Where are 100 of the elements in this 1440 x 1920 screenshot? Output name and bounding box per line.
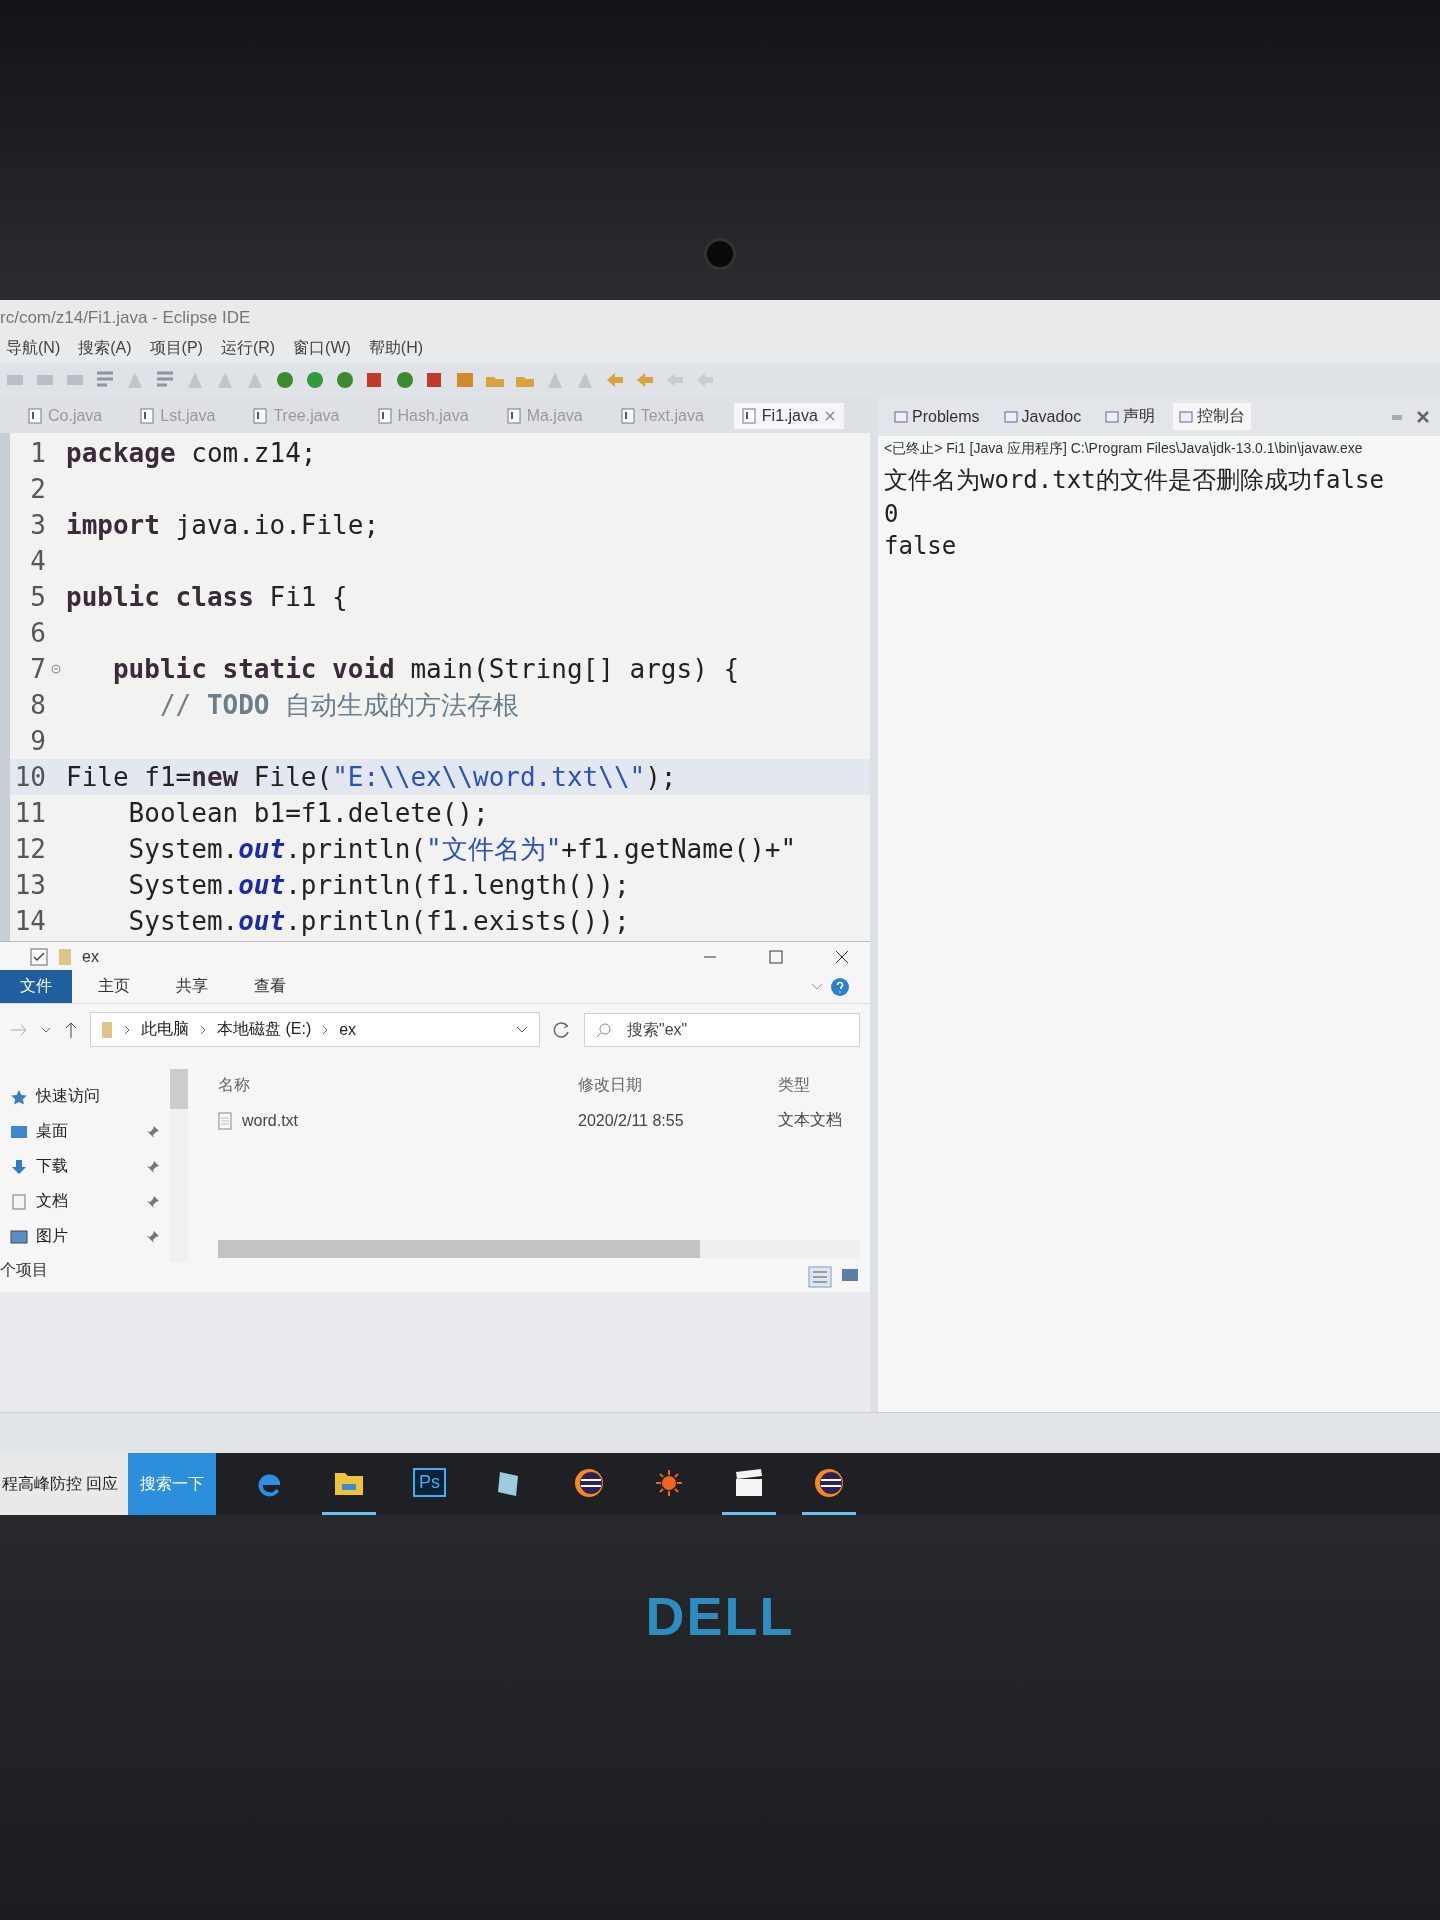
nav-item[interactable]: 桌面 [0, 1114, 170, 1149]
nav-item[interactable]: 快速访问 [0, 1079, 170, 1114]
view-icon [1105, 409, 1120, 424]
console-output: 0 [883, 499, 900, 530]
file-name[interactable]: word.txt [242, 1111, 298, 1130]
pin-icon[interactable] [146, 1194, 160, 1209]
forward-arrow-icon[interactable] [10, 1022, 28, 1037]
scrollbar[interactable] [170, 1069, 188, 1262]
download-arrow-icon [10, 1158, 28, 1175]
view-icon [1179, 409, 1194, 424]
webcam-icon [704, 238, 736, 270]
scrollbar[interactable] [218, 1240, 860, 1258]
editor-tab[interactable]: Fi1.java [733, 403, 844, 429]
breadcrumb-item[interactable]: 此电脑 [141, 1019, 189, 1040]
nav-item[interactable]: 文档 [0, 1184, 170, 1219]
code-line: public static void main(String[] args) { [111, 654, 740, 684]
search-field[interactable]: 搜索"ex" [584, 1012, 860, 1047]
address-bar[interactable]: 此电脑 本地磁盘 (E:) ex [90, 1012, 540, 1047]
line-number: 6 [29, 618, 46, 648]
text-file-icon [218, 1111, 232, 1130]
line-number: 8 [29, 690, 46, 720]
pin-icon[interactable] [146, 1159, 160, 1174]
refresh-icon[interactable] [552, 1019, 572, 1040]
app-icon: Ps [412, 1468, 446, 1497]
line-number: 7 [29, 654, 46, 684]
line-number: 10 [13, 762, 46, 792]
menu-item[interactable]: 项目(P) [149, 338, 203, 359]
toolbar-icon[interactable] [334, 369, 356, 391]
eclipse-icon [573, 1466, 606, 1499]
console-output: false [883, 531, 958, 562]
line-number: 5 [29, 582, 46, 612]
item-count: 个项目 [0, 1260, 49, 1280]
help-icon[interactable] [830, 976, 850, 997]
view-tab[interactable]: Problems [888, 404, 986, 429]
ribbon-tab[interactable]: 主页 [78, 970, 150, 1003]
line-number: 4 [29, 546, 46, 576]
maximize-icon[interactable] [768, 949, 784, 965]
java-file-icon [253, 408, 268, 424]
toolbar-icon[interactable] [304, 369, 326, 391]
breadcrumb-item[interactable]: ex [339, 1020, 357, 1039]
ribbon-tab[interactable]: 查看 [234, 970, 306, 1003]
window-title: ex [82, 948, 99, 966]
chevron-right-icon [123, 1023, 131, 1036]
menu-item[interactable]: 帮助(H) [368, 338, 424, 359]
code-editor[interactable] [0, 433, 870, 941]
pin-icon[interactable] [146, 1124, 160, 1139]
code-line: // TODO 自动生成的方法存根 [158, 688, 520, 722]
picture-icon [10, 1228, 28, 1245]
console-header: <已终止> Fi1 [Java 应用程序] C:\Program Files\Java\jdk-13.0.1\bin\javaw.exe [883, 439, 1364, 458]
details-view-icon[interactable] [808, 1266, 832, 1288]
nav-item[interactable]: 下载 [0, 1149, 170, 1184]
up-arrow-icon[interactable] [64, 1020, 78, 1039]
menu-item[interactable]: 运行(R) [220, 338, 276, 359]
ribbon-tab[interactable]: 文件 [0, 970, 72, 1003]
view-tab[interactable]: 声明 [1099, 403, 1162, 430]
pin-icon[interactable] [146, 1229, 160, 1244]
menu-item[interactable]: 窗口(W) [293, 338, 351, 359]
close-icon[interactable] [834, 949, 850, 965]
column-header[interactable]: 修改日期 [578, 1075, 778, 1096]
column-header[interactable]: 名称 [218, 1075, 578, 1096]
console-output: 文件名为word.txt的文件是否删除成功false [883, 465, 1385, 496]
code-line: System.out.println("文件名为"+f1.getName()+" [127, 832, 797, 866]
java-file-icon [506, 408, 521, 424]
java-file-icon [140, 408, 155, 424]
menu-item[interactable]: 搜索(A) [78, 338, 132, 359]
code-line: Boolean b1=f1.delete(); [127, 798, 489, 828]
java-file-icon [620, 408, 635, 424]
window-title: rc/com/z14/Fi1.java - Eclipse IDE [0, 307, 252, 329]
view-icon [894, 409, 908, 424]
chevron-down-icon[interactable] [515, 1024, 529, 1035]
toolbar-icon[interactable] [394, 369, 416, 391]
toolbar-icon[interactable] [274, 369, 296, 391]
taskbar-app[interactable]: Ps [402, 1453, 457, 1515]
eclipse-icon [813, 1466, 846, 1499]
code-line: File f1=new File("E:\\ex\\word.txt\\"); [66, 762, 677, 792]
news-text[interactable]: 程高峰防控 回应 [0, 1453, 129, 1515]
code-line: System.out.println(f1.exists()); [127, 906, 630, 936]
desktop-icon [10, 1123, 28, 1140]
document-icon [10, 1193, 28, 1210]
fold-icon[interactable] [51, 664, 61, 674]
line-number: 2 [29, 474, 46, 504]
file-type: 文本文档 [778, 1110, 842, 1130]
checkbox-icon[interactable] [30, 948, 48, 966]
clapperboard-icon [734, 1467, 765, 1498]
ribbon-tab[interactable]: 共享 [156, 970, 228, 1003]
chevron-right-icon [321, 1023, 330, 1036]
nav-item[interactable]: 图片 [0, 1219, 170, 1254]
code-line: public class Fi1 { [66, 582, 348, 612]
folder-icon [101, 1020, 113, 1039]
menu-item[interactable]: 导航(N) [6, 338, 61, 359]
breadcrumb-item[interactable]: 本地磁盘 (E:) [217, 1019, 312, 1040]
line-number: 11 [13, 798, 46, 828]
code-line: package com.z14; [66, 438, 317, 468]
file-date: 2020/2/11 8:55 [578, 1111, 685, 1130]
laptop-logo: DELL [645, 1585, 795, 1648]
java-file-icon [28, 408, 42, 424]
column-header[interactable]: 类型 [778, 1075, 810, 1096]
large-icons-view-icon[interactable] [840, 1266, 860, 1284]
view-tab[interactable]: 控制台 [1173, 403, 1252, 430]
view-tab[interactable]: Javadoc [997, 404, 1088, 429]
